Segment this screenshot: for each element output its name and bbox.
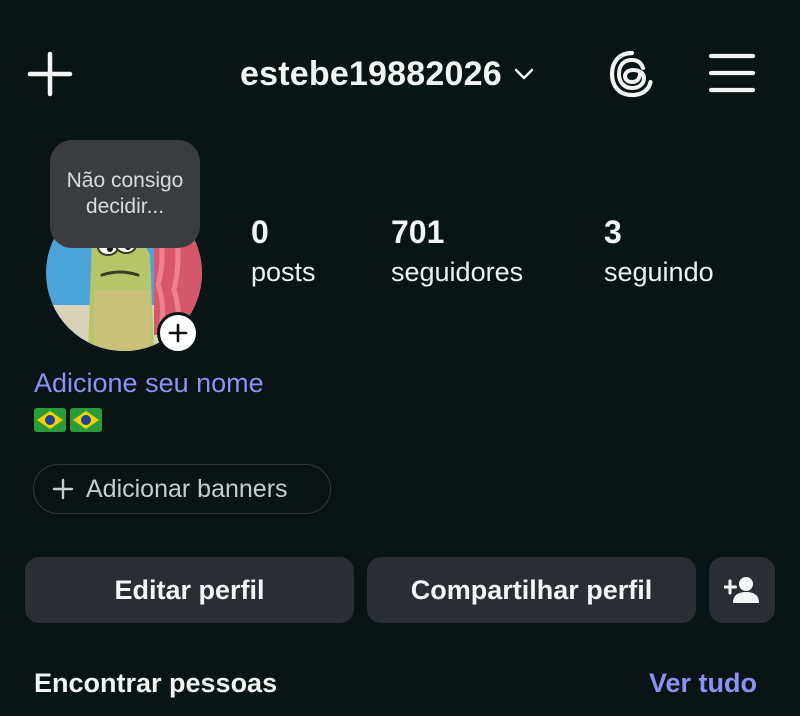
edit-profile-button[interactable]: Editar perfil [25, 557, 354, 623]
add-story-button[interactable] [157, 312, 199, 354]
add-banners-button[interactable]: Adicionar banners [33, 464, 331, 514]
posts-count: 0 [251, 214, 269, 250]
discover-people-button[interactable] [709, 557, 775, 623]
plus-icon [52, 478, 74, 500]
threads-icon [609, 50, 653, 98]
stat-followers[interactable]: 701 seguidores [391, 212, 523, 292]
add-banners-label: Adicionar banners [86, 474, 288, 503]
find-people-title: Encontrar pessoas [34, 668, 278, 698]
share-profile-label: Compartilhar perfil [410, 574, 653, 605]
plus-icon [168, 323, 188, 343]
create-button[interactable] [26, 50, 74, 98]
menu-button[interactable] [708, 50, 756, 96]
followers-count: 701 [391, 214, 445, 250]
stat-following[interactable]: 3 seguindo [604, 212, 714, 292]
share-profile-button[interactable]: Compartilhar perfil [367, 557, 696, 623]
posts-label: posts [251, 257, 316, 287]
hamburger-menu-icon [708, 53, 756, 93]
see-all-link[interactable]: Ver tudo [649, 668, 757, 699]
add-name-link[interactable]: Adicione seu nome [34, 368, 264, 399]
note-text: Não consigo decidir... [66, 169, 184, 218]
brazil-flag-icon [34, 408, 66, 432]
followers-label: seguidores [391, 257, 524, 287]
threads-button[interactable] [606, 48, 658, 100]
chevron-down-icon [514, 68, 534, 80]
brazil-flag-icon [70, 408, 102, 432]
stat-posts[interactable]: 0 posts [251, 212, 316, 292]
add-person-icon [724, 577, 759, 603]
bio-emojis [34, 408, 102, 432]
note-bubble[interactable]: Não consigo decidir... [50, 140, 200, 248]
edit-profile-label: Editar perfil [114, 574, 265, 605]
following-count: 3 [604, 214, 622, 250]
account-switcher[interactable]: estebe19882026 [240, 52, 534, 96]
following-label: seguindo [604, 257, 714, 287]
username: estebe19882026 [240, 54, 502, 93]
plus-icon [27, 51, 73, 97]
